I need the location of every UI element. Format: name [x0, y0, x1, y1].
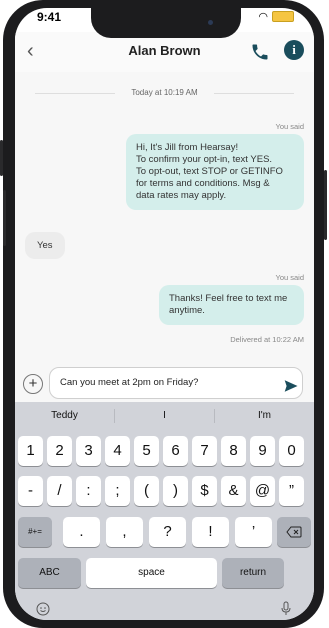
key-question[interactable]: ? — [149, 517, 186, 547]
key-ampersand[interactable]: & — [221, 476, 246, 506]
message-line: data rates may apply. — [136, 190, 227, 201]
key-exclamation[interactable]: ! — [192, 517, 229, 547]
camera-dot — [208, 20, 213, 25]
incoming-message: Yes — [25, 232, 65, 259]
battery-icon — [272, 11, 294, 22]
key-7[interactable]: 7 — [192, 436, 217, 466]
key-2[interactable]: 2 — [47, 436, 72, 466]
message-line: for terms and conditions. Msg & — [136, 178, 270, 189]
phone-frame: 9:41 ◠ ‹ Alan Brown i Today at 10:19 AM … — [0, 0, 327, 628]
message-line: To opt-out, text STOP or GETINFO — [136, 166, 283, 177]
conversation-header: ‹ Alan Brown i — [15, 32, 314, 73]
send-icon[interactable] — [284, 379, 298, 393]
plus-icon[interactable]: + — [23, 374, 43, 394]
key-close-paren[interactable]: ) — [163, 476, 188, 506]
wifi-icon: ◠ — [258, 11, 268, 23]
suggestion-item[interactable]: I — [115, 402, 214, 430]
message-line: To confirm your opt-in, text YES. — [136, 154, 273, 165]
message-line: Hi, It's Jill from Hearsay! — [136, 142, 239, 153]
suggestion-item[interactable]: I'm — [215, 402, 314, 430]
notch — [91, 8, 241, 38]
keyboard: Teddy I I'm 1 2 3 4 5 6 7 8 9 0 - / : ; … — [15, 402, 314, 620]
delivered-status: Delivered at 10:22 AM — [230, 335, 304, 344]
key-9[interactable]: 9 — [250, 436, 275, 466]
key-apostrophe[interactable]: ’ — [235, 517, 272, 547]
key-dash[interactable]: - — [18, 476, 43, 506]
message-input-text: Can you meet at 2pm on Friday? — [60, 377, 199, 388]
space-key[interactable]: space — [86, 558, 217, 588]
composer: + Can you meet at 2pm on Friday? — [15, 362, 314, 402]
key-5[interactable]: 5 — [134, 436, 159, 466]
key-colon[interactable]: : — [76, 476, 101, 506]
you-said-label: You said — [275, 122, 305, 131]
key-open-paren[interactable]: ( — [134, 476, 159, 506]
message-thread: Today at 10:19 AM You said Hi, It's Jill… — [15, 72, 314, 362]
key-semicolon[interactable]: ; — [105, 476, 130, 506]
key-quote[interactable]: ” — [279, 476, 304, 506]
key-at[interactable]: @ — [250, 476, 275, 506]
message-line: anytime. — [169, 305, 205, 316]
date-separator: Today at 10:19 AM — [15, 86, 314, 100]
volume-button — [3, 190, 6, 246]
status-time: 9:41 — [37, 10, 62, 24]
return-key[interactable]: return — [222, 558, 284, 588]
key-6[interactable]: 6 — [163, 436, 188, 466]
key-0[interactable]: 0 — [279, 436, 304, 466]
suggestion-item[interactable]: Teddy — [15, 402, 114, 430]
key-slash[interactable]: / — [47, 476, 72, 506]
outgoing-message: Thanks! Feel free to text me anytime. — [159, 285, 304, 325]
key-dollar[interactable]: $ — [192, 476, 217, 506]
backspace-key[interactable] — [277, 517, 311, 547]
key-8[interactable]: 8 — [221, 436, 246, 466]
microphone-icon[interactable] — [280, 601, 292, 616]
key-comma[interactable]: , — [106, 517, 143, 547]
emoji-icon[interactable] — [36, 602, 50, 616]
key-period[interactable]: . — [63, 517, 100, 547]
key-1[interactable]: 1 — [18, 436, 43, 466]
backspace-icon — [286, 526, 302, 538]
divider — [214, 93, 294, 94]
status-icons: ◠ — [258, 10, 294, 23]
phone-icon[interactable] — [250, 42, 270, 62]
symbols-toggle-key[interactable]: #+= — [18, 517, 52, 547]
keyboard-footer — [15, 598, 314, 620]
abc-key[interactable]: ABC — [18, 558, 81, 588]
message-input[interactable]: Can you meet at 2pm on Friday? — [49, 367, 303, 399]
key-4[interactable]: 4 — [105, 436, 130, 466]
key-3[interactable]: 3 — [76, 436, 101, 466]
suggestion-bar: Teddy I I'm — [15, 402, 314, 430]
you-said-label: You said — [275, 273, 305, 282]
message-line: Thanks! Feel free to text me — [169, 293, 288, 304]
outgoing-message: Hi, It's Jill from Hearsay! To confirm y… — [126, 134, 304, 210]
screen: 9:41 ◠ ‹ Alan Brown i Today at 10:19 AM … — [15, 8, 314, 620]
info-icon[interactable]: i — [284, 40, 304, 60]
